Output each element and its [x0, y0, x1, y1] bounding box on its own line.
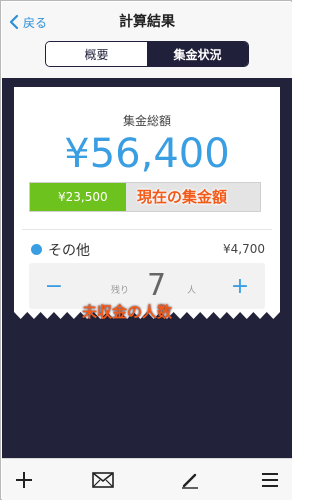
segmented-control: 概要 集金状況 [45, 41, 249, 67]
annotation-unpaid-count: 未収金の人数 [82, 303, 173, 321]
mail-button[interactable] [91, 469, 115, 491]
annotation-current-amount: 現在の集金額 [137, 188, 228, 206]
edit-button[interactable] [178, 469, 202, 491]
edit-icon [182, 473, 198, 489]
member-amount: ¥4,700 [223, 242, 265, 256]
app-frame: 戻る 計算結果 概要 集金状況 集金総額 ¥56,400 ¥23,500 現在の… [0, 0, 292, 500]
menu-button[interactable] [258, 469, 282, 491]
remaining-count: 7 [147, 268, 167, 303]
decrement-button[interactable]: − [41, 273, 67, 299]
total-label: 集金総額 [122, 114, 171, 128]
increment-button[interactable]: + [227, 273, 253, 299]
summary-card: 集金総額 ¥56,400 ¥23,500 現在の集金額 その他 ¥4,700 −… [14, 87, 280, 319]
bottom-toolbar [2, 458, 292, 500]
add-button[interactable] [12, 469, 36, 491]
navigation-bar: 戻る 計算結果 概要 集金状況 [2, 2, 292, 78]
page-title: 計算結果 [119, 14, 175, 30]
collected-amount: ¥23,500 [58, 190, 108, 204]
total-amount: ¥56,400 [64, 131, 230, 177]
divider [22, 229, 272, 230]
content-area: 集金総額 ¥56,400 ¥23,500 現在の集金額 その他 ¥4,700 −… [2, 78, 292, 458]
tab-collection-status[interactable]: 集金状況 [147, 42, 248, 66]
remaining-label: 残り [111, 286, 130, 296]
menu-icon [262, 473, 278, 487]
member-name: その他 [48, 243, 90, 259]
add-icon [16, 472, 32, 488]
unit-label: 人 [187, 286, 197, 296]
tab-overview[interactable]: 概要 [46, 42, 147, 66]
mail-icon [92, 472, 114, 488]
member-color-dot [31, 244, 42, 255]
